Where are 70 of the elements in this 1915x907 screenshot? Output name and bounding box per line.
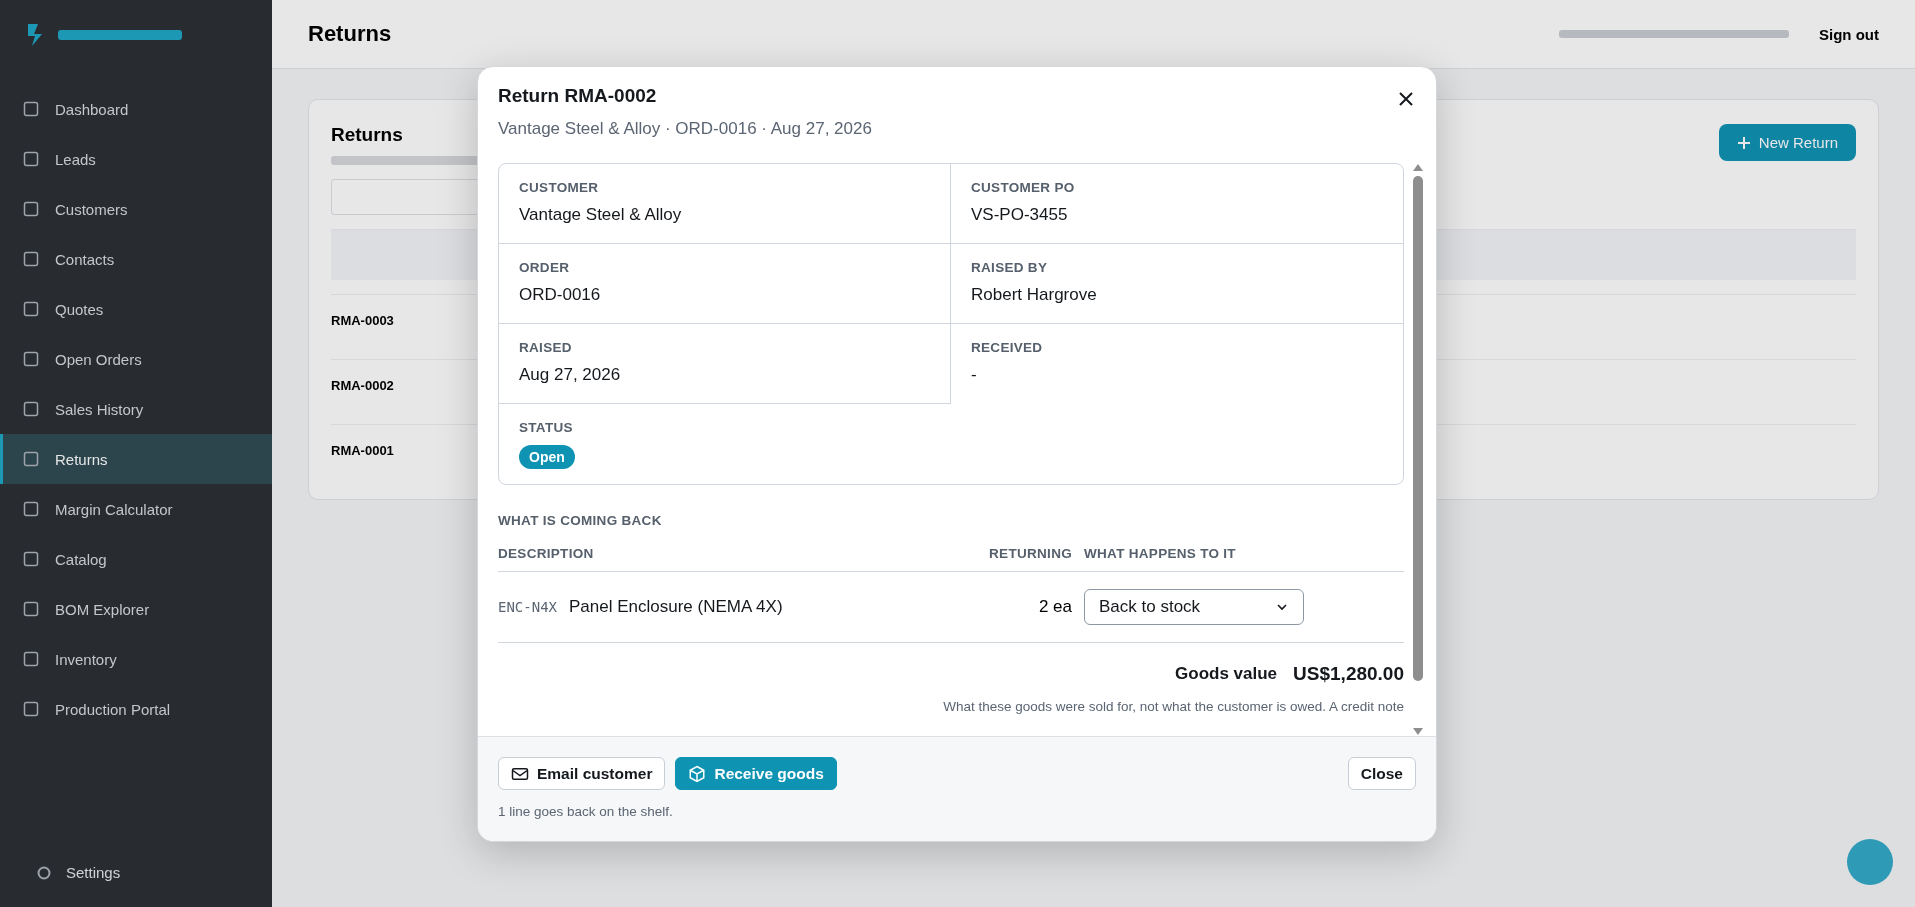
column-header: WHAT HAPPENS TO IT (1084, 546, 1237, 561)
sidebar-item[interactable]: Inventory (0, 634, 272, 684)
square-icon (23, 251, 39, 267)
sidebar-item[interactable]: Contacts (0, 234, 272, 284)
package-icon (688, 764, 707, 783)
field-value: Vantage Steel & Alloy (519, 205, 682, 225)
field-label: STATUS (519, 420, 573, 435)
page-title: Returns (308, 21, 392, 47)
returning-quantity: 2 ea (1037, 597, 1073, 617)
square-icon (23, 151, 39, 167)
square-icon (23, 351, 39, 367)
table-cell: RMA-0002 (331, 377, 394, 393)
disposition-dropdown[interactable]: Back to stock (1084, 589, 1304, 625)
square-icon (23, 551, 39, 567)
square-icon (23, 501, 39, 517)
square-icon (23, 701, 39, 717)
field-label: RECEIVED (971, 340, 1043, 355)
field-label: CUSTOMER PO (971, 180, 1075, 195)
email-customer-button[interactable]: Email customer (498, 757, 666, 790)
sidebar-item[interactable]: BOM Explorer (0, 584, 272, 634)
sidebar-item[interactable]: Sales History (0, 384, 272, 434)
gear-icon (36, 864, 52, 881)
field-value: - (971, 365, 977, 385)
item-description: Panel Enclosure (NEMA 4X) (569, 597, 783, 617)
section-title: WHAT IS COMING BACK (498, 513, 663, 528)
dialog-subtitle: Vantage Steel & Alloy · ORD-0016 · Aug 27, 2026 (498, 119, 872, 139)
field-label: ORDER (519, 260, 570, 275)
footer-note: 1 line goes back on the shelf. (498, 804, 674, 819)
field-label: RAISED BY (971, 260, 1048, 275)
field-label: CUSTOMER (519, 180, 599, 195)
square-icon (23, 201, 39, 217)
scroll-up-icon[interactable] (1412, 163, 1424, 172)
sidebar-item[interactable]: Leads (0, 134, 272, 184)
total-value: US$1,280.00 (1293, 663, 1404, 685)
field-value: Robert Hargrove (971, 285, 1097, 305)
status-badge: Open (519, 445, 575, 469)
new-return-button[interactable]: New Return (1718, 124, 1856, 161)
receive-goods-button[interactable]: Receive goods (675, 757, 837, 790)
column-header: RETURNING (988, 546, 1073, 561)
field-label: RAISED (519, 340, 572, 355)
sidebar-item[interactable]: Margin Calculator (0, 484, 272, 534)
column-header: DESCRIPTION (498, 546, 595, 561)
card-title: Returns (331, 124, 404, 146)
settings-link[interactable]: Settings (0, 864, 272, 907)
square-icon (23, 101, 39, 117)
dialog-title: Return RMA-0002 (498, 85, 657, 107)
plus-icon (1736, 135, 1751, 150)
sidebar-item[interactable]: Customers (0, 184, 272, 234)
square-icon (23, 401, 39, 417)
square-icon (23, 301, 39, 317)
table-cell: RMA-0003 (331, 312, 394, 328)
square-icon (23, 601, 39, 617)
scrollbar[interactable] (1412, 163, 1424, 736)
sidebar-item[interactable]: Production Portal (0, 684, 272, 734)
table-cell: RMA-0001 (331, 442, 394, 458)
sidebar-item[interactable]: Dashboard (0, 84, 272, 134)
square-icon (23, 451, 39, 467)
total-label: Goods value (1175, 664, 1278, 684)
square-icon (23, 651, 39, 667)
sign-out-link[interactable]: Sign out (1819, 25, 1879, 43)
field-value: Aug 27, 2026 (519, 365, 621, 385)
sku-code: ENC-N4X (498, 599, 557, 615)
sidebar-item[interactable]: Open Orders (0, 334, 272, 384)
sidebar-item[interactable]: Quotes (0, 284, 272, 334)
close-button[interactable]: Close (1347, 757, 1416, 790)
field-value: ORD-0016 (519, 285, 601, 305)
value-note: What these goods were sold for, not what the customer is owed. A credit note (942, 699, 1404, 714)
field-value: VS-PO-3455 (971, 205, 1068, 225)
sidebar-item[interactable]: Catalog (0, 534, 272, 584)
sidebar-item[interactable]: Returns (0, 434, 272, 484)
